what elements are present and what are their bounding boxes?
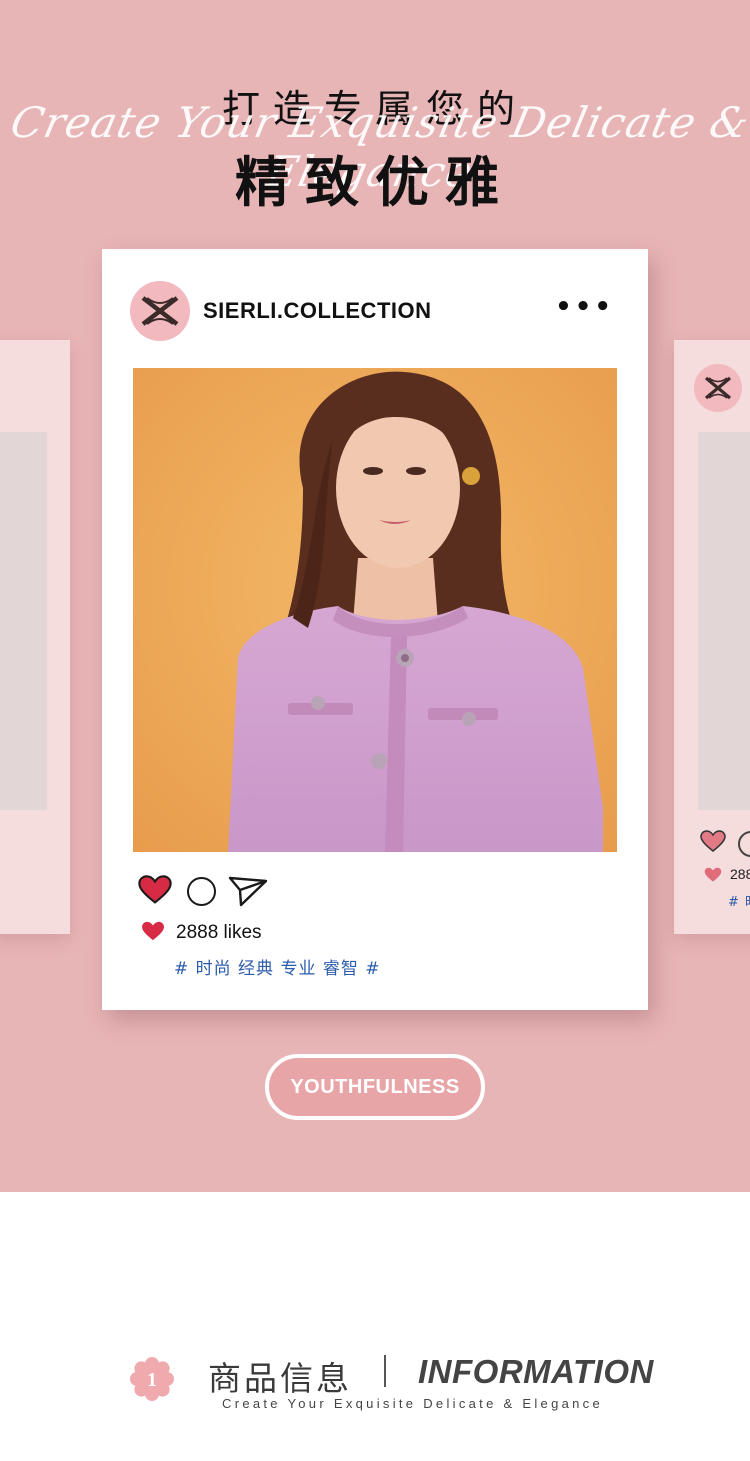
side-likes-count: 288 [730,866,750,882]
brand-logo-icon[interactable] [130,281,190,341]
info-subtitle: Create Your Exquisite Delicate & Eleganc… [222,1396,604,1411]
send-icon[interactable] [228,875,268,907]
info-title-en: INFORMATION [418,1353,654,1390]
info-divider [384,1355,386,1387]
brand-logo-icon [694,364,742,412]
comment-icon[interactable] [738,831,750,857]
youthfulness-button[interactable]: YOUTHFULNESS [265,1054,485,1120]
side-card-left[interactable] [0,340,70,934]
information-header: 1 商品信息 INFORMATION Create Your Exquisite… [0,1340,750,1440]
headline-main: 精致优雅 [235,151,515,214]
youthfulness-label: YOUTHFULNESS [290,1075,460,1098]
side-card-left-image [0,432,47,810]
like-icon[interactable] [700,830,726,853]
likes-heart-icon [142,921,164,941]
hero-section: 打造专属您的 Create Your Exquisite Delicate & … [0,0,750,1192]
likes-heart-icon [704,867,722,882]
product-photo [133,368,617,852]
likes-count: 2888 likes [176,922,262,943]
account-name[interactable]: SIERLI.COLLECTION [203,298,432,324]
comment-icon[interactable] [187,877,216,906]
post-card: SIERLI.COLLECTION ••• 2888 likes # 时尚 经典… [102,249,648,1010]
hashtags[interactable]: # 时尚 经典 专业 睿智 # [174,954,381,979]
side-hashtags[interactable]: # 时 [728,891,750,910]
info-title-cn: 商品信息 [208,1359,352,1398]
more-options-icon[interactable]: ••• [555,294,614,320]
side-card-right[interactable]: 288 # 时 [674,340,750,934]
side-card-right-image [698,432,750,810]
info-index: 1 [147,1369,157,1391]
flower-number-icon: 1 [130,1357,174,1401]
like-icon[interactable] [138,875,172,905]
